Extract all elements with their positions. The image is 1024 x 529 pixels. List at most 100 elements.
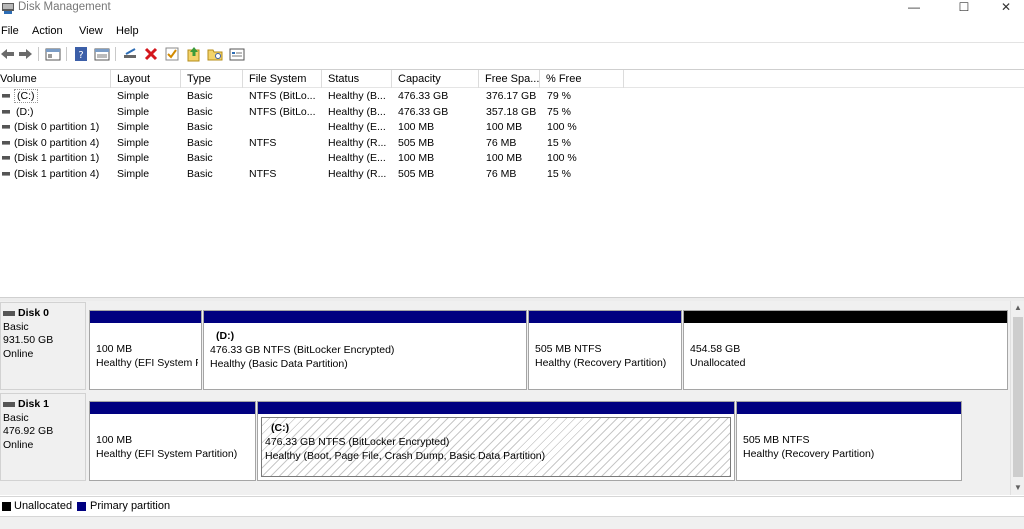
unallocated-bar [684,311,1007,323]
connect-drive-icon[interactable] [122,46,138,62]
cell-percent-free: 100 % [547,152,577,164]
toolbar-separator [66,47,67,61]
volume-icon [2,156,10,161]
column-header-status[interactable]: Status [322,70,392,88]
partition-disk0-d[interactable]: (D:) 476.33 GB NTFS (BitLocker Encrypted… [203,310,527,390]
menu-help[interactable]: Help [116,25,139,37]
legend-swatch-unallocated [2,502,11,511]
console-icon[interactable] [229,46,245,62]
partition-disk0-recovery[interactable]: 505 MB NTFS Healthy (Recovery Partition) [528,310,682,390]
menu-file[interactable]: File [1,25,19,37]
cell-layout: Simple [117,105,150,118]
partition-status: Unallocated [690,357,746,369]
scroll-up-icon[interactable]: ▲ [1011,301,1024,315]
primary-partition-bar [737,402,961,414]
cell-status: Healthy (B... [328,105,386,118]
table-row[interactable]: (D:) Simple Basic NTFS (BitLo... Healthy… [0,105,1024,121]
help-icon[interactable]: ? [73,46,89,62]
disk-status: Online [3,438,34,451]
show-hide-console-tree-icon[interactable] [45,46,61,62]
table-row[interactable]: (Disk 0 partition 1) Simple Basic Health… [0,120,1024,136]
disk-type: Basic [3,320,29,333]
partition-status: Healthy (EFI System Partition) [96,448,238,460]
properties-icon[interactable] [94,46,110,62]
cell-capacity: 505 MB [398,136,435,149]
disk-size: 476.92 GB [3,425,54,437]
partition-size: 454.58 GB [690,343,741,355]
menu-action[interactable]: Action [32,25,63,37]
primary-partition-bar [204,311,526,323]
partition-body: 100 MB Healthy (EFI System Partition) [93,417,252,477]
partition-title: (C:) [271,422,290,434]
cell-capacity: 100 MB [398,152,435,164]
column-header-percent-free[interactable]: % Free [540,70,624,88]
partition-status: Healthy (Boot, Page File, Crash Dump, Ba… [265,450,546,462]
cell-free-space: 76 MB [486,136,517,149]
back-arrow-icon[interactable] [0,46,16,62]
table-row[interactable]: (Disk 1 partition 1) Simple Basic Health… [0,151,1024,167]
column-header-file-system[interactable]: File System [243,70,322,88]
menu-view[interactable]: View [79,25,103,37]
cell-file-system: NTFS (BitLo... [249,90,316,102]
scroll-down-icon[interactable]: ▼ [1011,481,1024,495]
partition-size: 476.33 GB NTFS (BitLocker Encrypted) [265,436,450,448]
disk-label-disk-0[interactable]: Disk 0 Basic 931.50 GB Online [0,302,86,390]
cell-layout: Simple [117,136,150,149]
volume-list: Volume Layout Type File System Status Ca… [0,69,1024,297]
partition-disk0-efi[interactable]: 100 MB Healthy (EFI System P [89,310,202,390]
cell-type: Basic [187,121,213,133]
disk-label-disk-1[interactable]: Disk 1 Basic 476.92 GB Online [0,393,86,481]
primary-partition-bar [258,402,734,414]
maximize-button[interactable]: ☐ [944,0,984,20]
partition-size: 100 MB [96,434,133,446]
disk-name: Disk 0 [18,307,49,319]
column-header-layout[interactable]: Layout [111,70,181,88]
disk-row-disk-1: Disk 1 Basic 476.92 GB Online 100 MB Hea… [0,393,1010,481]
partition-title: (D:) [216,330,235,342]
close-button[interactable]: ✕ [986,0,1024,20]
volume-name: (Disk 1 partition 1) [14,152,100,164]
cell-file-system [249,151,321,166]
vertical-scrollbar[interactable]: ▲ ▼ [1010,301,1024,495]
export-icon[interactable] [186,46,202,62]
partition-size: 476.33 GB NTFS (BitLocker Encrypted) [210,344,395,356]
partition-status: Healthy (Recovery Partition) [743,448,875,460]
volume-icon [2,140,10,145]
partition-body-selected: (C:) 476.33 GB NTFS (BitLocker Encrypted… [261,417,731,477]
cell-type: Basic [187,136,213,149]
folder-icon[interactable] [207,46,223,62]
partition-disk1-efi[interactable]: 100 MB Healthy (EFI System Partition) [89,401,256,481]
partition-size: 100 MB [96,343,133,355]
cell-percent-free: 75 % [547,105,571,118]
cell-percent-free: 15 % [547,167,571,180]
primary-partition-bar [90,402,255,414]
cell-file-system: NTFS (BitLo... [249,105,316,118]
column-header-capacity[interactable]: Capacity [392,70,479,88]
check-icon[interactable] [164,46,180,62]
partition-disk0-unallocated[interactable]: 454.58 GB Unallocated [683,310,1008,390]
table-row[interactable]: (C:) Simple Basic NTFS (BitLo... Healthy… [0,89,1024,105]
partition-disk1-c[interactable]: (C:) 476.33 GB NTFS (BitLocker Encrypted… [257,401,735,481]
disk-icon [3,401,15,407]
cell-free-space: 376.17 GB [486,90,537,102]
minimize-button[interactable]: — [894,0,934,20]
forward-arrow-icon[interactable] [17,46,33,62]
volume-name: (Disk 0 partition 4) [14,136,100,149]
disk-row-disk-0: Disk 0 Basic 931.50 GB Online 100 MB Hea… [0,302,1010,390]
partition-body: 454.58 GB Unallocated [687,326,1004,386]
disk-name: Disk 1 [18,398,49,410]
primary-partition-bar [90,311,201,323]
column-header-volume[interactable]: Volume [0,70,111,88]
table-row[interactable]: (Disk 1 partition 4) Simple Basic NTFS H… [0,167,1024,183]
scrollbar-thumb[interactable] [1013,317,1023,477]
cell-file-system: NTFS [249,167,277,180]
column-header-free-space[interactable]: Free Spa... [479,70,540,88]
cell-layout: Simple [117,90,150,102]
table-row[interactable]: (Disk 0 partition 4) Simple Basic NTFS H… [0,136,1024,152]
delete-icon[interactable] [143,46,159,62]
partition-disk1-recovery[interactable]: 505 MB NTFS Healthy (Recovery Partition) [736,401,962,481]
cell-file-system: NTFS [249,136,277,149]
cell-capacity: 100 MB [398,121,435,133]
partition-status: Healthy (EFI System P [96,357,198,369]
column-header-type[interactable]: Type [181,70,243,88]
